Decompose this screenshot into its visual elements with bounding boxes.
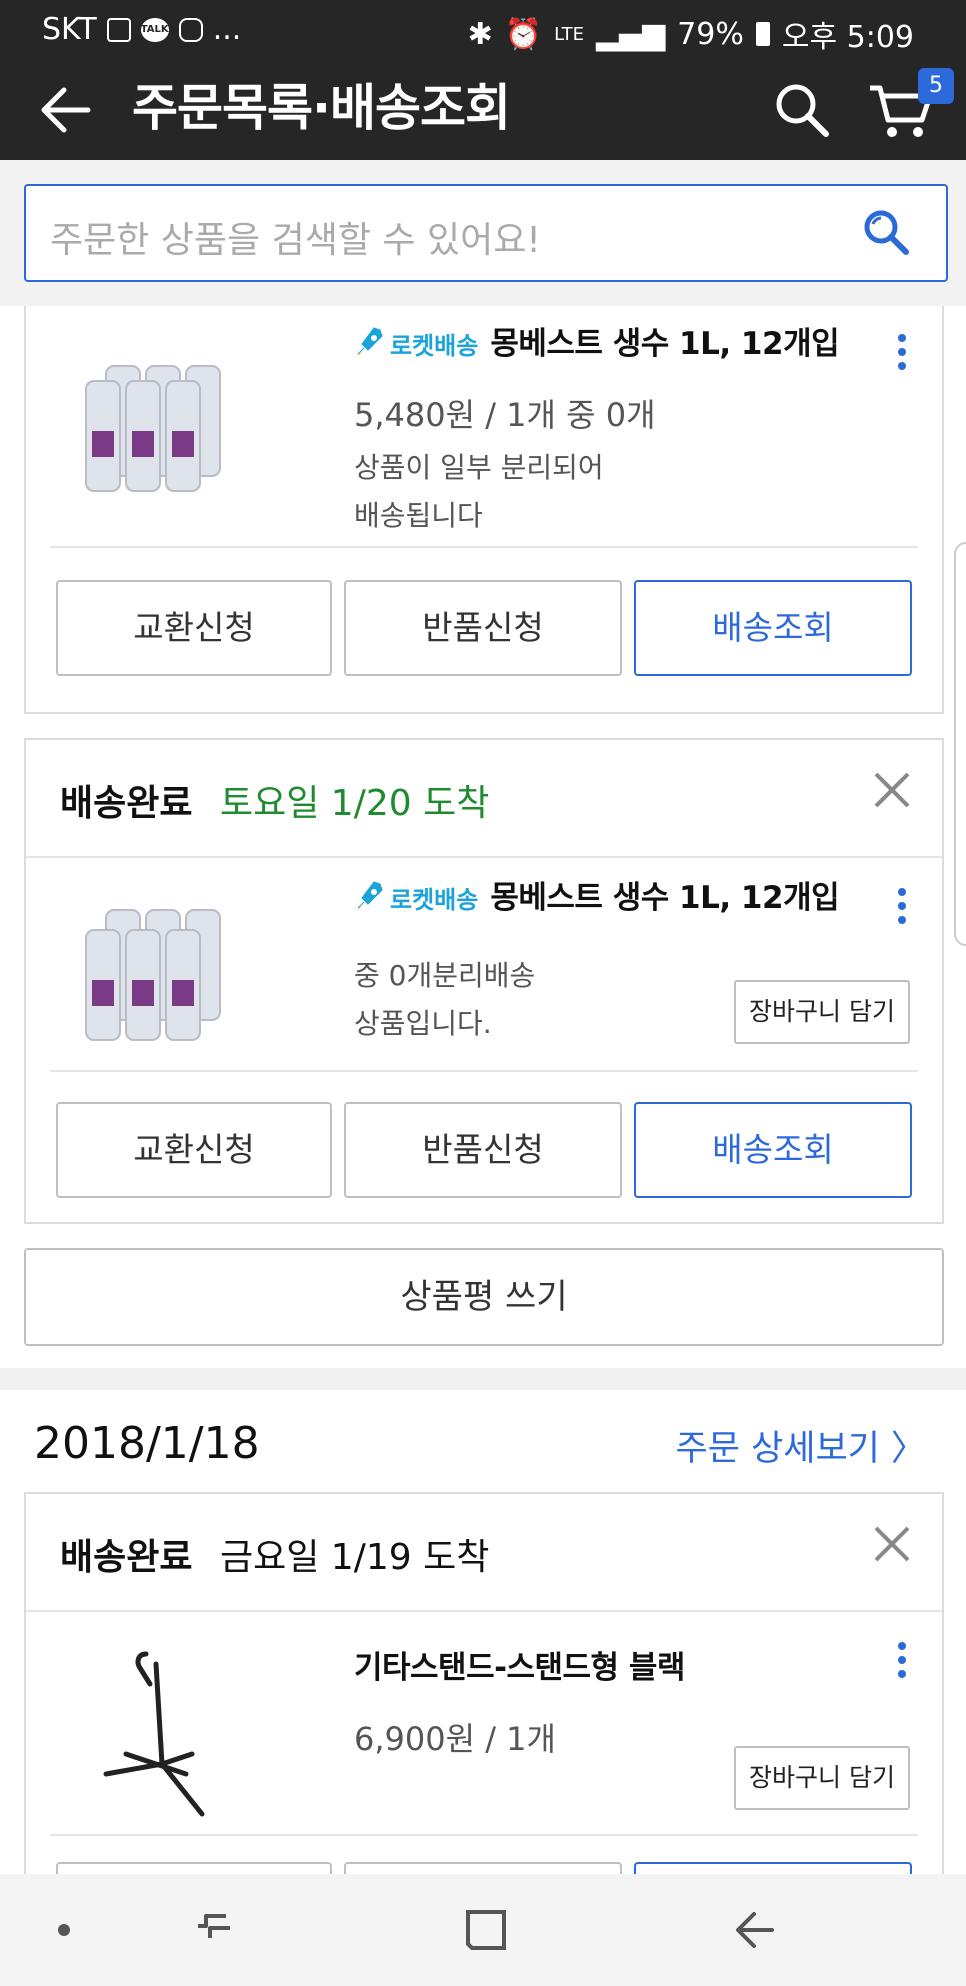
return-button-partial[interactable] bbox=[344, 1862, 622, 1874]
gallery-notification-icon bbox=[106, 17, 131, 42]
status-bar: SKT TALK ... ✱ ⏰ LTE ▂▄▆ 79% 오후 5:09 bbox=[0, 0, 966, 60]
talk-notification-icon: TALK bbox=[140, 17, 169, 42]
delivery-status: 배송완료 bbox=[60, 1537, 193, 1578]
back-nav-icon[interactable] bbox=[732, 1904, 780, 1956]
signal-icon: ▂▄▆ bbox=[595, 16, 666, 52]
search-placeholder: 주문한 상품을 검색할 수 있어요! bbox=[50, 220, 541, 261]
search-input[interactable]: 주문한 상품을 검색할 수 있어요! bbox=[24, 184, 948, 282]
instagram-notification-icon bbox=[178, 17, 203, 42]
rocket-delivery-label: 로켓배송 bbox=[390, 332, 479, 360]
product-title-row: 로켓배송 몽베스트 생수 1L, 12개입 bbox=[354, 872, 840, 917]
track-delivery-button[interactable]: 배송조회 bbox=[634, 1102, 912, 1198]
product-title-row: 로켓배송 몽베스트 생수 1L, 12개입 bbox=[354, 318, 840, 363]
price-line: 5,480원 / 1개 중 0개 bbox=[354, 396, 656, 434]
bluetooth-icon: ✱ bbox=[467, 16, 493, 52]
delivery-status: 배송완료 bbox=[60, 783, 193, 824]
product-thumbnail[interactable] bbox=[66, 336, 266, 496]
return-button[interactable]: 반품신청 bbox=[344, 580, 622, 676]
split-delivery-note: 중 0개분리배송 bbox=[354, 959, 536, 992]
app-header: 주문목록·배송조회 5 bbox=[0, 60, 966, 160]
back-arrow-icon[interactable] bbox=[38, 82, 94, 138]
system-nav-bar bbox=[0, 1874, 966, 1986]
nav-dot-icon bbox=[58, 1924, 70, 1936]
write-review-button[interactable]: 상품평 쓰기 bbox=[24, 1248, 944, 1346]
product-thumbnail[interactable] bbox=[66, 890, 266, 1050]
divider bbox=[50, 1834, 918, 1836]
arrival-date: 토요일 1/20 도착 bbox=[220, 783, 490, 824]
alarm-icon: ⏰ bbox=[504, 16, 543, 52]
return-button[interactable]: 반품신청 bbox=[344, 1102, 622, 1198]
home-icon[interactable] bbox=[462, 1904, 510, 1956]
track-delivery-button[interactable]: 배송조회 bbox=[634, 580, 912, 676]
split-delivery-note-2: 배송됩니다 bbox=[354, 499, 483, 532]
cart-count-badge: 5 bbox=[918, 68, 954, 104]
split-delivery-note-2: 상품입니다. bbox=[354, 1007, 492, 1040]
exchange-button-partial[interactable] bbox=[56, 1862, 332, 1874]
search-bar-area: 주문한 상품을 검색할 수 있어요! bbox=[0, 160, 966, 306]
divider bbox=[26, 856, 942, 858]
search-submit-icon[interactable] bbox=[860, 206, 912, 258]
clock-time: 오후 5:09 bbox=[781, 20, 914, 55]
more-options-icon[interactable] bbox=[892, 884, 912, 930]
order-detail-link[interactable]: 주문 상세보기 〉 bbox=[676, 1420, 926, 1471]
order-item-card: 로켓배송 몽베스트 생수 1L, 12개입 5,480원 / 1개 중 0개 상품… bbox=[24, 306, 944, 714]
network-label: LTE bbox=[554, 23, 584, 45]
add-to-cart-button[interactable]: 장바구니 담기 bbox=[734, 1746, 910, 1810]
exchange-button[interactable]: 교환신청 bbox=[56, 1102, 332, 1198]
exchange-button[interactable]: 교환신청 bbox=[56, 580, 332, 676]
split-delivery-note: 상품이 일부 분리되어 bbox=[354, 451, 604, 484]
rocket-delivery-label: 로켓배송 bbox=[390, 886, 479, 914]
track-delivery-button-partial[interactable] bbox=[634, 1862, 912, 1874]
product-name[interactable]: 몽베스트 생수 1L, 12개입 bbox=[490, 880, 839, 916]
product-thumbnail[interactable] bbox=[86, 1644, 246, 1824]
battery-percent: 79% bbox=[677, 16, 744, 52]
close-icon[interactable] bbox=[872, 1524, 912, 1564]
rocket-icon bbox=[357, 881, 383, 910]
scroll-handle[interactable] bbox=[954, 542, 966, 946]
order-date: 2018/1/18 bbox=[34, 1418, 260, 1469]
more-notifications: ... bbox=[212, 12, 242, 47]
search-icon[interactable] bbox=[772, 80, 832, 140]
section-separator bbox=[0, 1368, 966, 1390]
more-options-icon[interactable] bbox=[892, 1638, 912, 1684]
recent-apps-icon[interactable] bbox=[190, 1906, 238, 1954]
rocket-icon bbox=[357, 327, 383, 356]
product-name[interactable]: 몽베스트 생수 1L, 12개입 bbox=[490, 326, 839, 362]
battery-icon bbox=[755, 22, 770, 46]
price-line: 6,900원 / 1개 bbox=[354, 1720, 556, 1758]
arrival-date: 금요일 1/19 도착 bbox=[220, 1537, 490, 1578]
divider bbox=[50, 546, 918, 548]
more-options-icon[interactable] bbox=[892, 330, 912, 376]
order-item-card: 배송완료 토요일 1/20 도착 로켓배송 몽베스트 생수 1L, 12개입 중 … bbox=[24, 738, 944, 1224]
order-list: 로켓배송 몽베스트 생수 1L, 12개입 5,480원 / 1개 중 0개 상품… bbox=[0, 306, 966, 1874]
close-icon[interactable] bbox=[872, 770, 912, 810]
page-title: 주문목록·배송조회 bbox=[132, 79, 511, 137]
add-to-cart-button[interactable]: 장바구니 담기 bbox=[734, 980, 910, 1044]
carrier-label: SKT bbox=[42, 12, 97, 47]
product-name[interactable]: 기타스탠드-스탠드형 블랙 bbox=[354, 1642, 685, 1687]
divider bbox=[26, 1610, 942, 1612]
divider bbox=[50, 1070, 918, 1072]
order-item-card: 배송완료 금요일 1/19 도착 기타스탠드-스탠드형 블랙 6,900원 / … bbox=[24, 1492, 944, 1874]
